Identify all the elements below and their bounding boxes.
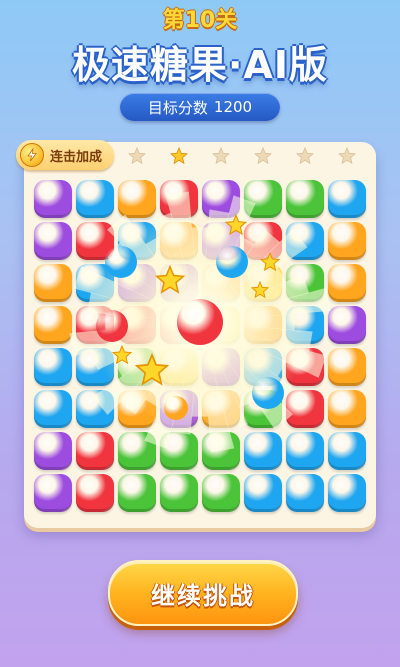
combo-bonus-label: 连击加成 (50, 149, 103, 165)
green-candy[interactable] (160, 474, 198, 512)
purple-candy[interactable] (34, 222, 72, 260)
progress-star-icon (212, 146, 230, 165)
blue-candy-ball (252, 377, 284, 409)
red-candy-ball (96, 310, 128, 342)
lightning-icon (20, 143, 44, 167)
orange-candy[interactable] (34, 306, 72, 344)
sparkle-star-icon (259, 251, 281, 276)
continue-challenge-button[interactable]: 继续挑战 (108, 560, 298, 626)
purple-candy[interactable] (34, 432, 72, 470)
green-candy[interactable] (202, 474, 240, 512)
blue-candy[interactable] (34, 348, 72, 386)
blue-candy[interactable] (244, 474, 282, 512)
progress-star-icon (296, 146, 314, 165)
orange-candy[interactable] (160, 222, 198, 260)
blue-candy[interactable] (286, 474, 324, 512)
green-candy[interactable] (118, 432, 156, 470)
blue-candy[interactable] (286, 222, 324, 260)
target-label: 目标分数 (147, 98, 208, 117)
blue-candy[interactable] (76, 180, 114, 218)
game-title: 极速糖果·AI版 (72, 43, 328, 87)
purple-candy[interactable] (202, 348, 240, 386)
blue-candy-ball (216, 246, 248, 278)
combo-bonus-badge: 连击加成 (16, 140, 115, 170)
green-candy[interactable] (244, 180, 282, 218)
sparkle-star-icon (154, 264, 186, 299)
orange-candy-ball (164, 396, 188, 420)
green-candy[interactable] (286, 264, 324, 302)
progress-star-icon (338, 146, 356, 165)
red-candy[interactable] (160, 180, 198, 218)
target-score-value: 1200 (213, 98, 253, 116)
red-candy[interactable] (286, 348, 324, 386)
orange-candy[interactable] (328, 222, 366, 260)
orange-candy[interactable] (328, 264, 366, 302)
progress-star-active-icon (170, 146, 188, 165)
sparkle-star-icon (111, 344, 133, 369)
target-score-pill: 目标分数 1200 (120, 93, 280, 121)
blue-candy[interactable] (328, 180, 366, 218)
blue-candy[interactable] (76, 348, 114, 386)
progress-star-icon (254, 146, 272, 165)
purple-candy[interactable] (34, 180, 72, 218)
orange-candy[interactable] (118, 180, 156, 218)
progress-star-icon (128, 146, 146, 165)
blue-candy[interactable] (328, 432, 366, 470)
green-candy[interactable] (160, 432, 198, 470)
red-candy-ball (177, 299, 223, 345)
orange-candy[interactable] (328, 390, 366, 428)
purple-candy[interactable] (202, 180, 240, 218)
blue-candy-ball (105, 246, 137, 278)
level-title: 第10关 (162, 8, 238, 33)
red-candy[interactable] (286, 390, 324, 428)
orange-candy[interactable] (34, 264, 72, 302)
blue-candy[interactable] (76, 390, 114, 428)
sparkle-star-icon (134, 352, 170, 391)
red-candy[interactable] (76, 432, 114, 470)
orange-candy[interactable] (244, 306, 282, 344)
sparkle-star-icon (250, 280, 270, 303)
red-candy[interactable] (76, 474, 114, 512)
purple-candy[interactable] (34, 474, 72, 512)
green-candy[interactable] (286, 180, 324, 218)
candy-grid[interactable] (34, 180, 370, 516)
green-candy[interactable] (202, 432, 240, 470)
purple-candy[interactable] (328, 306, 366, 344)
orange-candy[interactable] (328, 348, 366, 386)
orange-candy[interactable] (202, 390, 240, 428)
blue-candy[interactable] (328, 474, 366, 512)
blue-candy[interactable] (34, 390, 72, 428)
blue-candy[interactable] (244, 432, 282, 470)
blue-candy[interactable] (286, 432, 324, 470)
green-candy[interactable] (118, 474, 156, 512)
sparkle-star-icon (224, 213, 248, 240)
blue-candy[interactable] (286, 306, 324, 344)
orange-candy[interactable] (118, 390, 156, 428)
